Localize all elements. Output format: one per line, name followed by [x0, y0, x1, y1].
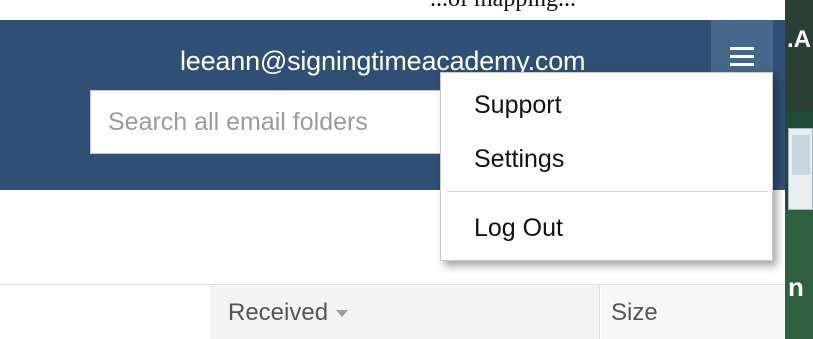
- hamburger-menu-icon: [730, 47, 754, 67]
- clipped-page-text: ...of mapping...: [430, 0, 576, 13]
- background-window-thumbnail: [788, 128, 813, 210]
- column-header-received[interactable]: Received: [210, 286, 600, 339]
- background-text-bottom: n: [788, 272, 804, 302]
- background-text-top: .A: [787, 26, 811, 53]
- background-window-edge: .A n: [785, 0, 813, 339]
- column-header-size[interactable]: Size: [601, 286, 785, 339]
- menu-item-support[interactable]: Support: [441, 91, 772, 120]
- webmail-screen: ...of mapping... leeann@signingtimeacade…: [0, 0, 813, 339]
- menu-item-settings[interactable]: Settings: [441, 145, 772, 174]
- caret-down-icon: [336, 310, 349, 317]
- menu-divider: [447, 191, 768, 192]
- column-label-size: Size: [611, 298, 658, 326]
- user-dropdown-menu: Support Settings Log Out: [440, 72, 773, 261]
- column-label-received: Received: [228, 298, 329, 326]
- search-input[interactable]: [90, 90, 490, 154]
- message-list-header: Received Size: [0, 286, 785, 339]
- menu-item-log-out[interactable]: Log Out: [441, 214, 772, 243]
- top-strip: ...of mapping...: [0, 0, 785, 20]
